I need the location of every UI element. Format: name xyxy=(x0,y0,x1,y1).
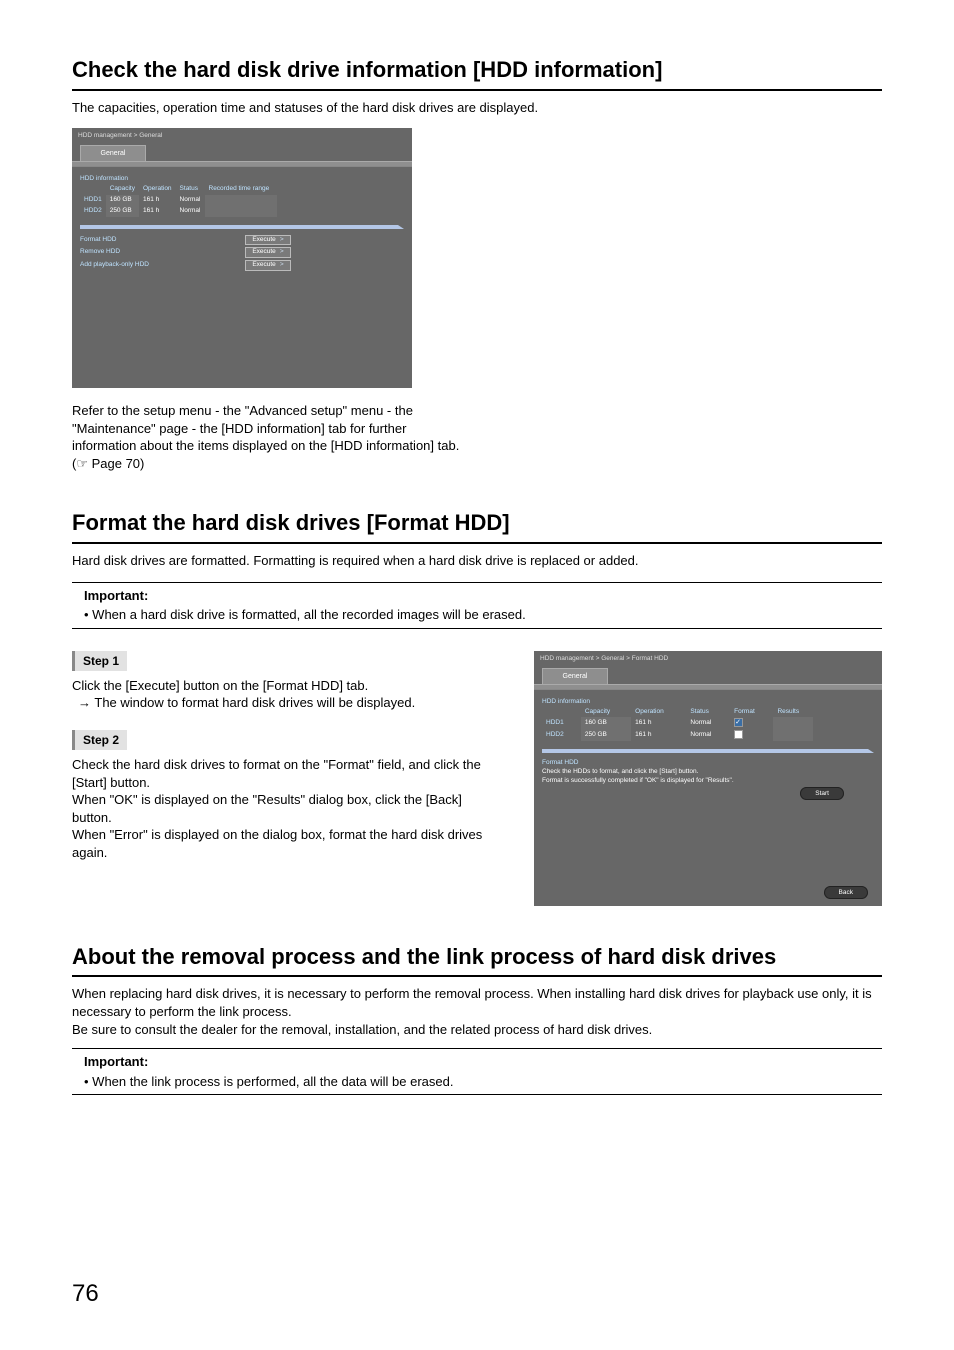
step2-text-c: When "Error" is displayed on the dialog … xyxy=(72,826,504,861)
col-capacity: Capacity xyxy=(106,184,139,195)
step2-text-b: When "OK" is displayed on the "Results" … xyxy=(72,791,504,826)
screenshot-format-hdd: HDD management > General > Format HDD Ge… xyxy=(534,651,882,906)
col-format: Format xyxy=(730,707,773,718)
execute-button[interactable]: Execute xyxy=(245,247,290,258)
important-label: Important: xyxy=(84,587,880,605)
format-hint1: Check the HDDs to format, and click the … xyxy=(542,768,874,777)
action-remove-hdd: Remove HDD xyxy=(80,248,200,257)
col-operation: Operation xyxy=(139,184,176,195)
screenshot-hdd-info: HDD management > General General HDD inf… xyxy=(72,128,412,388)
tab-general[interactable]: General xyxy=(542,668,608,684)
format-hint2: Format is successfully completed if "OK"… xyxy=(542,777,874,786)
step2-text-a: Check the hard disk drives to format on … xyxy=(72,756,504,791)
important-item: When the link process is performed, all … xyxy=(84,1073,880,1091)
page-number: 76 xyxy=(72,1278,99,1310)
format-checkbox[interactable] xyxy=(734,718,743,727)
step1-badge: Step 1 xyxy=(72,651,127,671)
important-note: Important: When a hard disk drive is for… xyxy=(72,582,882,629)
panel-title: HDD information xyxy=(542,698,874,707)
col-status: Status xyxy=(686,707,730,718)
col-range: Recorded time range xyxy=(205,184,278,195)
format-checkbox[interactable] xyxy=(734,730,743,739)
section1-reference: Refer to the setup menu - the "Advanced … xyxy=(72,402,462,472)
breadcrumb: HDD management > General xyxy=(72,128,412,145)
panel-title: HDD information xyxy=(80,175,404,184)
step1-text: Click the [Execute] button on the [Forma… xyxy=(72,677,504,695)
important-note-2: Important: When the link process is perf… xyxy=(72,1048,882,1095)
step2-badge: Step 2 xyxy=(72,730,127,750)
hdd-format-table: Capacity Operation Status Format Results… xyxy=(542,707,813,742)
hdd-table: Capacity Operation Status Recorded time … xyxy=(80,184,277,216)
table-row: HDD1 160 GB 161 h Normal xyxy=(542,717,813,729)
col-capacity: Capacity xyxy=(581,707,631,718)
section3-p2: Be sure to consult the dealer for the re… xyxy=(72,1021,882,1039)
breadcrumb: HDD management > General > Format HDD xyxy=(534,651,882,668)
table-row: HDD2 250 GB 161 h Normal xyxy=(542,729,813,741)
table-row: HDD1 160 GB 161 h Normal xyxy=(80,195,277,206)
action-add-hdd: Add playback-only HDD xyxy=(80,261,200,270)
execute-button[interactable]: Execute xyxy=(245,260,290,271)
col-results: Results xyxy=(773,707,813,718)
section1-intro: The capacities, operation time and statu… xyxy=(72,99,882,117)
important-label: Important: xyxy=(84,1053,880,1071)
back-button[interactable]: Back xyxy=(824,886,868,899)
section3-p1: When replacing hard disk drives, it is n… xyxy=(72,985,882,1020)
section1-title: Check the hard disk drive information [H… xyxy=(72,55,882,91)
section2-title: Format the hard disk drives [Format HDD] xyxy=(72,508,882,544)
col-operation: Operation xyxy=(631,707,686,718)
start-button[interactable]: Start xyxy=(800,787,844,800)
action-format-hdd: Format HDD xyxy=(80,236,200,245)
format-section-title: Format HDD xyxy=(542,759,874,768)
col-status: Status xyxy=(176,184,205,195)
important-item: When a hard disk drive is formatted, all… xyxy=(84,606,880,624)
tab-general[interactable]: General xyxy=(80,145,146,161)
table-row: HDD2 250 GB 161 h Normal xyxy=(80,206,277,217)
section2-intro: Hard disk drives are formatted. Formatti… xyxy=(72,552,882,570)
step1-result: → The window to format hard disk drives … xyxy=(78,694,504,712)
section3-title: About the removal process and the link p… xyxy=(72,942,882,978)
execute-button[interactable]: Execute xyxy=(245,235,290,246)
